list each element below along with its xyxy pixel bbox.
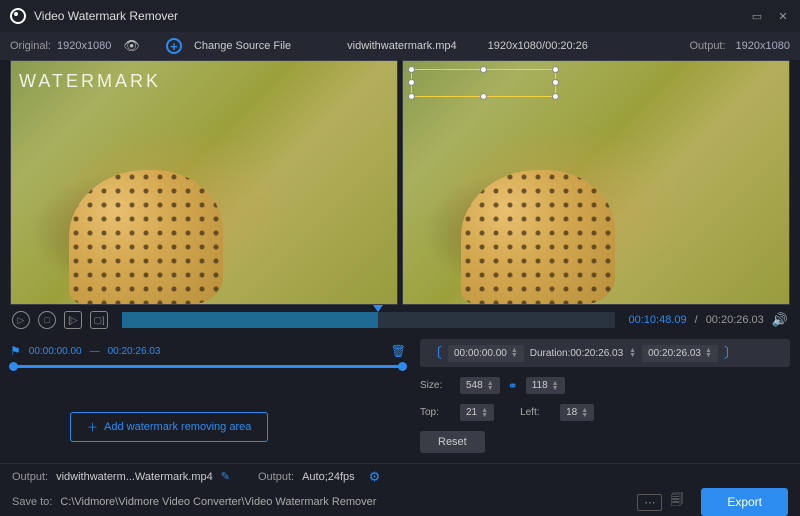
output-settings-icon[interactable]: ⚙ bbox=[369, 469, 381, 485]
current-time: 00:10:48.09 bbox=[629, 314, 687, 326]
segment-panel: ⚑ 00:00:00.00 — 00:20:26.03 🗑 ＋ Add wate… bbox=[10, 339, 406, 453]
play-button[interactable]: ▷ bbox=[12, 311, 30, 329]
size-label: Size: bbox=[420, 380, 452, 391]
toolbar: Original: 1920x1080 👁 + Change Source Fi… bbox=[0, 32, 800, 60]
titlebar: Video Watermark Remover ▭ ✕ bbox=[0, 0, 800, 32]
left-label: Left: bbox=[520, 407, 552, 418]
save-row: Save to: C:\Vidmore\Vidmore Video Conver… bbox=[0, 489, 800, 515]
handle-s[interactable] bbox=[480, 93, 487, 100]
stop-button[interactable]: □ bbox=[38, 311, 56, 329]
top-label: Top: bbox=[420, 407, 452, 418]
app-logo-icon bbox=[10, 8, 26, 24]
output-resolution: 1920x1080 bbox=[736, 40, 790, 52]
original-label: Original: bbox=[10, 40, 51, 52]
height-input[interactable]: 118▲▼ bbox=[526, 377, 565, 394]
top-input[interactable]: 21▲▼ bbox=[460, 404, 494, 421]
volume-icon[interactable]: 🔊 bbox=[772, 312, 788, 328]
playback-controls: ▷ □ [▷ ▢] 00:10:48.09/00:20:26.03 🔊 bbox=[0, 305, 800, 335]
close-icon[interactable]: ✕ bbox=[776, 9, 790, 23]
width-input[interactable]: 548▲▼ bbox=[460, 377, 500, 394]
handle-w[interactable] bbox=[408, 79, 415, 86]
eye-icon[interactable]: 👁 bbox=[123, 38, 140, 54]
range-end-input[interactable]: 00:20:26.03▲▼ bbox=[642, 345, 718, 362]
change-source-button[interactable]: Change Source File bbox=[194, 40, 291, 52]
edit-filename-icon[interactable]: ✎ bbox=[221, 470, 230, 483]
save-to-label: Save to: bbox=[12, 496, 52, 508]
watermark-text: WATERMARK bbox=[19, 71, 161, 92]
segment-flag-icon: ⚑ bbox=[10, 344, 21, 358]
output-format-label: Output: bbox=[258, 471, 294, 483]
reset-button[interactable]: Reset bbox=[420, 431, 485, 453]
handle-nw[interactable] bbox=[408, 66, 415, 73]
original-resolution: 1920x1080 bbox=[57, 40, 111, 52]
handle-se[interactable] bbox=[552, 93, 559, 100]
handle-ne[interactable] bbox=[552, 66, 559, 73]
segment-range-slider[interactable] bbox=[10, 365, 406, 368]
output-format: Auto;24fps bbox=[302, 471, 355, 483]
export-button[interactable]: Export bbox=[701, 488, 788, 516]
selection-box[interactable] bbox=[411, 69, 556, 97]
timeline-slider[interactable] bbox=[122, 312, 615, 328]
properties-panel: 〔 00:00:00.00▲▼ Duration:00:20:26.03 ▲▼ … bbox=[420, 339, 790, 453]
handle-e[interactable] bbox=[552, 79, 559, 86]
filename-label: vidwithwatermark.mp4 bbox=[347, 40, 456, 52]
output-preview[interactable] bbox=[402, 60, 790, 305]
output-file-label: Output: bbox=[12, 471, 48, 483]
add-source-icon[interactable]: + bbox=[166, 38, 182, 54]
total-time: 00:20:26.03 bbox=[706, 314, 764, 326]
preview-row: WATERMARK bbox=[0, 60, 800, 305]
window-title: Video Watermark Remover bbox=[34, 9, 178, 23]
output-label: Output: bbox=[689, 40, 725, 52]
playhead-marker[interactable] bbox=[373, 305, 383, 312]
original-preview: WATERMARK bbox=[10, 60, 398, 305]
bracket-open-icon[interactable]: 〔 bbox=[428, 343, 442, 363]
segment-end: 00:20:26.03 bbox=[108, 346, 161, 357]
output-row: Output: vidwithwaterm...Watermark.mp4 ✎ … bbox=[0, 463, 800, 489]
next-frame-button[interactable]: ▢] bbox=[90, 311, 108, 329]
link-dimensions-icon[interactable]: ⚭ bbox=[508, 379, 518, 393]
minimize-icon[interactable]: ▭ bbox=[750, 9, 764, 23]
output-filename: vidwithwaterm...Watermark.mp4 bbox=[56, 471, 213, 483]
prev-frame-button[interactable]: [▷ bbox=[64, 311, 82, 329]
snapshot-icon[interactable]: 🗐 bbox=[670, 491, 683, 513]
segment-start: 00:00:00.00 bbox=[29, 346, 82, 357]
plus-icon: ＋ bbox=[87, 419, 98, 435]
handle-sw[interactable] bbox=[408, 93, 415, 100]
save-path: C:\Vidmore\Vidmore Video Converter\Video… bbox=[60, 496, 629, 508]
left-input[interactable]: 18▲▼ bbox=[560, 404, 594, 421]
delete-segment-icon[interactable]: 🗑 bbox=[391, 344, 406, 358]
browse-folder-button[interactable]: ⋯ bbox=[637, 494, 662, 511]
bracket-close-icon[interactable]: 〕 bbox=[724, 343, 738, 363]
add-watermark-area-button[interactable]: ＋ Add watermark removing area bbox=[70, 412, 268, 442]
resolution-time-label: 1920x1080/00:20:26 bbox=[488, 40, 588, 52]
handle-n[interactable] bbox=[480, 66, 487, 73]
range-start-input[interactable]: 00:00:00.00▲▼ bbox=[448, 345, 524, 362]
